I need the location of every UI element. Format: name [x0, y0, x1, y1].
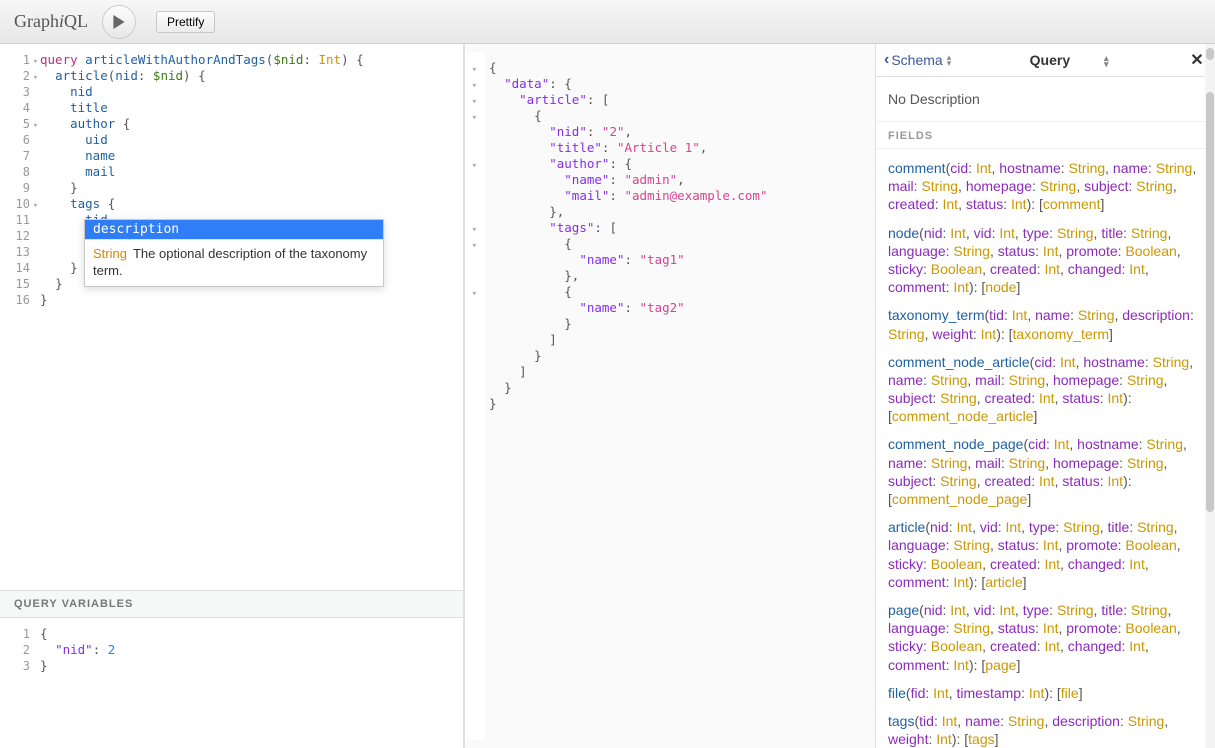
docs-field[interactable]: comment_node_article(cid: Int, hostname:… [888, 353, 1203, 426]
docs-fields-header: FIELDS [876, 122, 1215, 149]
result-code: { "data": { "article": [ { "nid": "2", "… [485, 52, 875, 740]
query-code[interactable]: query articleWithAuthorAndTags($nid: Int… [36, 44, 463, 590]
docs-header: ‹ Schema ▴▾ Query ▴▾ ✕ [876, 44, 1215, 77]
docs-field[interactable]: article(nid: Int, vid: Int, type: String… [888, 518, 1203, 591]
docs-close-button[interactable]: ✕ [1187, 50, 1207, 70]
docs-pane: ‹ Schema ▴▾ Query ▴▾ ✕ No Description FI… [875, 44, 1215, 748]
qv-gutter: 123 [0, 618, 36, 748]
line-gutter: 1▾2▾345▾678910▾111213141516 [0, 44, 36, 590]
autocomplete-item[interactable]: description [85, 220, 383, 239]
main-area: 1▾2▾345▾678910▾111213141516 query articl… [0, 44, 1215, 748]
result-pane: ▾▾▾▾▾▾▾▾ { "data": { "article": [ { "nid… [464, 44, 875, 748]
query-variables-editor[interactable]: 123 { "nid": 2} [0, 618, 463, 748]
toolbar: GraphiQL Prettify [0, 0, 1215, 44]
hint-type: String [93, 246, 127, 261]
scroll-thumb[interactable] [1206, 92, 1214, 512]
scroll-thumb[interactable] [1206, 48, 1214, 60]
docs-title: Query ▴▾ [951, 52, 1187, 68]
spinner-icon[interactable]: ▴▾ [1104, 55, 1109, 67]
docs-fields-list[interactable]: comment(cid: Int, hostname: String, name… [876, 149, 1215, 748]
qv-code[interactable]: { "nid": 2} [36, 618, 463, 748]
docs-back-button[interactable]: ‹ Schema ▴▾ [884, 51, 951, 69]
docs-field[interactable]: taxonomy_term(tid: Int, name: String, de… [888, 306, 1203, 342]
left-column: 1▾2▾345▾678910▾111213141516 query articl… [0, 44, 464, 748]
docs-field[interactable]: comment(cid: Int, hostname: String, name… [888, 159, 1203, 214]
result-gutter: ▾▾▾▾▾▾▾▾ [465, 52, 485, 740]
docs-field[interactable]: comment_node_page(cid: Int, hostname: St… [888, 435, 1203, 508]
logo-tail: QL [64, 11, 88, 31]
autocomplete-hint: StringThe optional description of the ta… [85, 239, 383, 286]
query-variables-header[interactable]: QUERY VARIABLES [0, 590, 463, 618]
query-editor[interactable]: 1▾2▾345▾678910▾111213141516 query articl… [0, 44, 463, 590]
docs-back-label: Schema [891, 52, 942, 68]
autocomplete-popup[interactable]: description StringThe optional descripti… [84, 219, 384, 287]
docs-description: No Description [876, 77, 1215, 122]
docs-scrollbar[interactable] [1205, 44, 1215, 748]
logo: GraphiQL [8, 11, 88, 32]
execute-button[interactable] [102, 5, 136, 39]
prettify-button[interactable]: Prettify [156, 11, 215, 33]
hint-text: The optional description of the taxonomy… [93, 246, 367, 278]
docs-field[interactable]: page(nid: Int, vid: Int, type: String, t… [888, 601, 1203, 674]
play-icon [112, 15, 126, 29]
docs-field[interactable]: file(fid: Int, timestamp: Int): [file] [888, 684, 1203, 702]
chevron-left-icon: ‹ [884, 51, 889, 69]
docs-title-text: Query [1030, 52, 1070, 68]
logo-text: Graph [14, 11, 59, 31]
docs-field[interactable]: node(nid: Int, vid: Int, type: String, t… [888, 224, 1203, 297]
docs-field[interactable]: tags(tid: Int, name: String, description… [888, 712, 1203, 748]
